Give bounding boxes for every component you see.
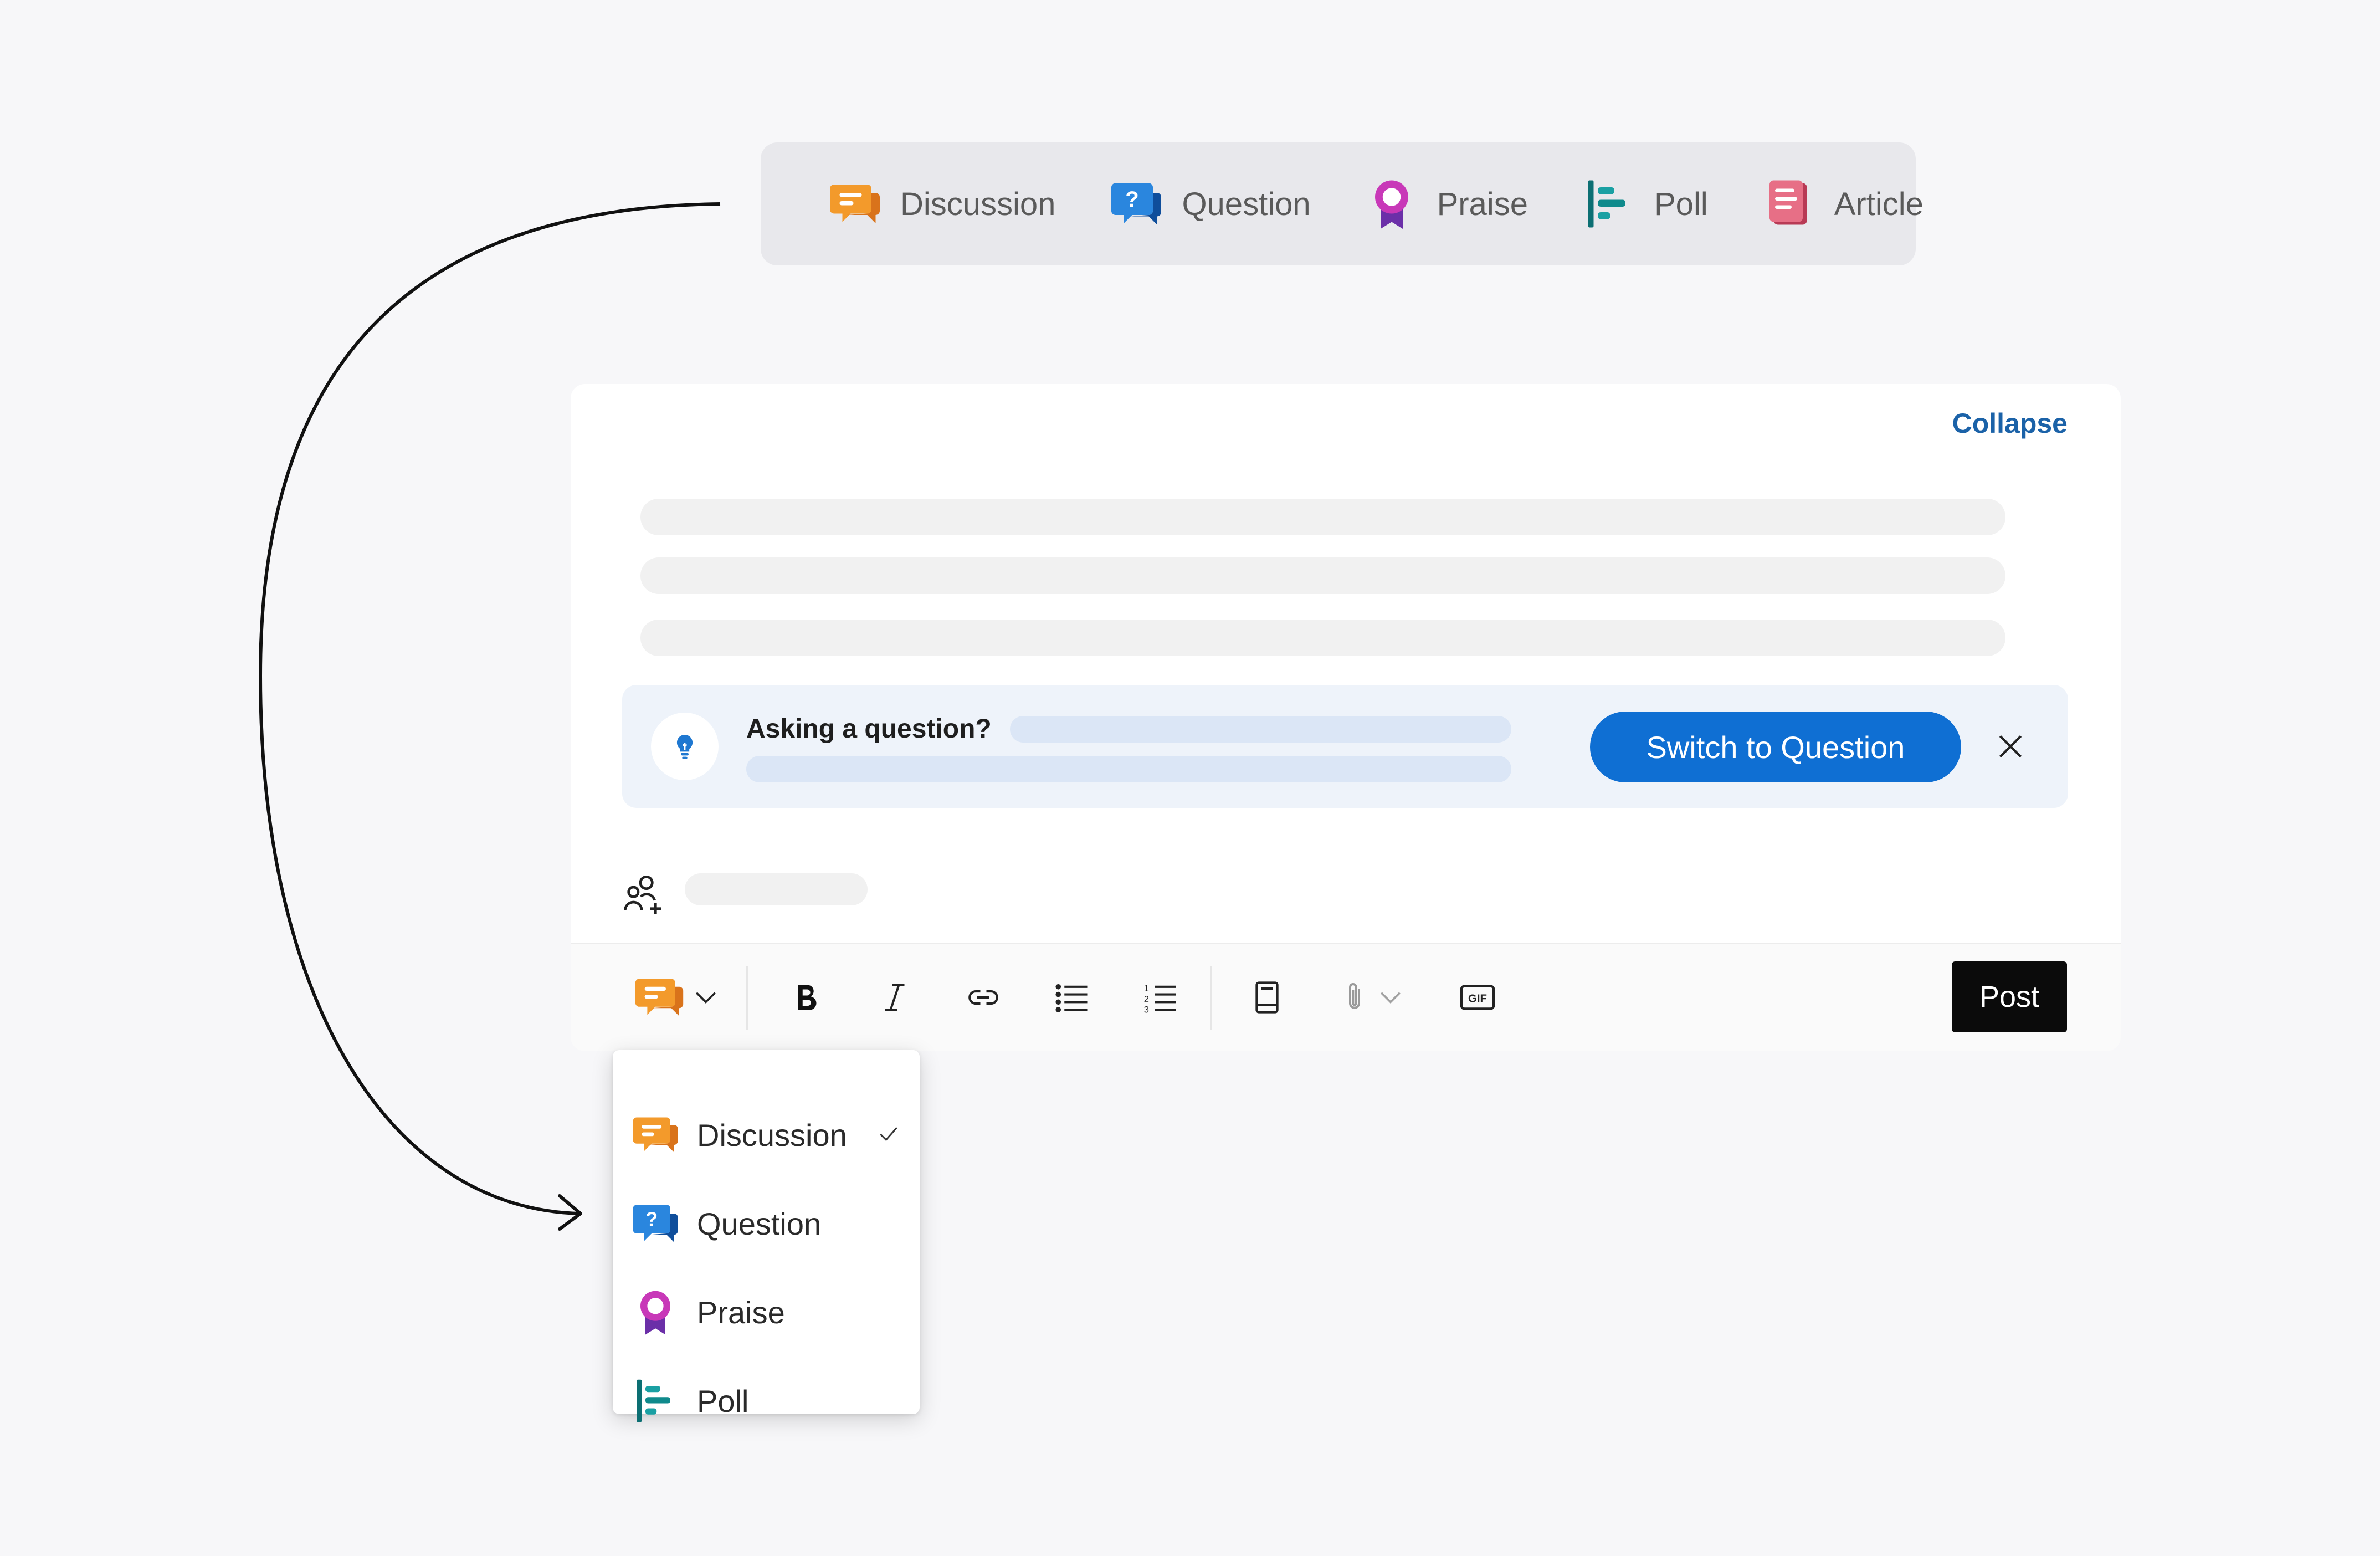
numbered-list-icon[interactable]: 123	[1136, 972, 1186, 1022]
add-people-icon[interactable]	[620, 872, 665, 916]
attach-icon[interactable]	[1330, 972, 1379, 1022]
discussion-icon	[827, 176, 883, 232]
checkmark-icon	[876, 1117, 901, 1153]
switch-to-question-button[interactable]: Switch to Question	[1590, 712, 1961, 782]
menu-item-label: Praise	[697, 1294, 785, 1330]
poll-icon	[1581, 176, 1637, 232]
suggestion-placeholder-line	[1010, 716, 1511, 743]
type-item-label: Article	[1834, 186, 1924, 222]
composer-card: Collapse Asking a question? Switch to Qu…	[571, 384, 2121, 1051]
type-item-label: Question	[1182, 186, 1311, 222]
post-button[interactable]: Post	[1952, 961, 2067, 1032]
gif-icon[interactable]: GIF	[1453, 972, 1502, 1022]
composer-toolbar: 123 GIF Post	[571, 943, 2121, 1051]
type-item-discussion[interactable]: Discussion	[827, 176, 1055, 232]
close-icon[interactable]	[1991, 726, 2030, 766]
question-suggestion-banner: Asking a question? Switch to Question	[622, 685, 2068, 808]
type-item-label: Poll	[1654, 186, 1708, 222]
menu-item-label: Poll	[697, 1383, 749, 1419]
book-icon[interactable]	[1242, 972, 1292, 1022]
toolbar-divider	[746, 966, 748, 1030]
type-item-question[interactable]: Question	[1109, 176, 1311, 232]
gif-icon-text: GIF	[1468, 993, 1487, 1005]
suggestion-placeholder-line	[746, 756, 1511, 782]
text-placeholder-line	[640, 620, 2005, 656]
discussion-icon	[630, 1110, 680, 1160]
post-type-menu: Discussion Question Praise Poll	[613, 1050, 920, 1414]
suggestion-label: Asking a question?	[746, 714, 992, 744]
link-icon[interactable]	[958, 972, 1008, 1022]
svg-text:2: 2	[1144, 994, 1149, 1004]
svg-text:3: 3	[1144, 1005, 1149, 1015]
menu-item-discussion[interactable]: Discussion	[630, 1102, 907, 1168]
type-item-article[interactable]: Article	[1761, 176, 1924, 232]
praise-icon	[1364, 176, 1419, 232]
praise-icon	[630, 1287, 680, 1337]
lightbulb-icon	[651, 713, 719, 780]
question-icon	[1109, 176, 1164, 232]
type-item-poll[interactable]: Poll	[1581, 176, 1708, 232]
bold-icon[interactable]	[781, 972, 831, 1022]
menu-item-praise[interactable]: Praise	[630, 1279, 907, 1345]
type-item-label: Praise	[1437, 186, 1528, 222]
collapse-link[interactable]: Collapse	[1952, 407, 2068, 439]
bulleted-list-icon[interactable]	[1047, 972, 1097, 1022]
chevron-down-icon[interactable]	[689, 972, 722, 1022]
post-type-bar: Discussion Question Praise Poll Article	[761, 142, 1924, 265]
article-icon	[1761, 176, 1817, 232]
menu-item-label: Question	[697, 1206, 822, 1241]
discussion-icon[interactable]	[632, 972, 687, 1022]
chevron-down-icon[interactable]	[1374, 972, 1407, 1022]
toolbar-divider	[1210, 966, 1212, 1030]
text-placeholder-line	[640, 557, 2005, 594]
question-icon	[630, 1199, 680, 1248]
svg-text:1: 1	[1144, 984, 1149, 994]
text-placeholder-line	[640, 499, 2005, 535]
type-item-praise[interactable]: Praise	[1364, 176, 1528, 232]
menu-item-label: Discussion	[697, 1117, 847, 1153]
type-item-label: Discussion	[900, 186, 1056, 222]
menu-item-poll[interactable]: Poll	[630, 1368, 907, 1434]
audience-placeholder	[685, 873, 868, 905]
poll-icon	[630, 1376, 680, 1426]
menu-item-question[interactable]: Question	[630, 1190, 907, 1257]
italic-icon[interactable]	[870, 972, 920, 1022]
